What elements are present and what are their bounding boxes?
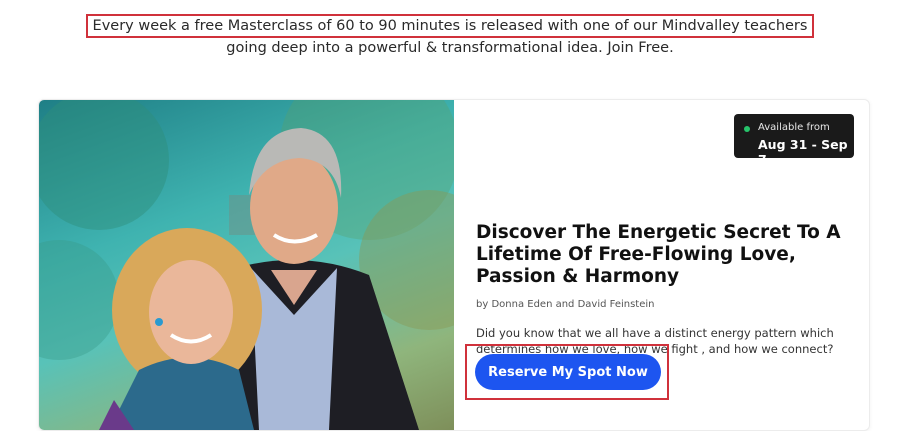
instructors-photo [39, 100, 454, 430]
instructors-illustration [39, 100, 454, 430]
intro-line-2: going deep into a powerful & transformat… [226, 40, 674, 56]
availability-label: Available from [758, 122, 830, 133]
cta-highlight: Reserve My Spot Now [465, 344, 669, 400]
masterclass-card: Available from Aug 31 - Sep 7 Discover T… [38, 99, 870, 431]
reserve-spot-button[interactable]: Reserve My Spot Now [475, 354, 661, 390]
intro-text: Every week a free Masterclass of 60 to 9… [0, 14, 900, 59]
availability-badge: Available from Aug 31 - Sep 7 [734, 114, 854, 167]
availability-dot [744, 126, 750, 132]
course-title: Discover The Energetic Secret To A Lifet… [476, 222, 841, 287]
course-byline: by Donna Eden and David Feinstein [476, 299, 655, 310]
intro-line-highlighted: Every week a free Masterclass of 60 to 9… [85, 14, 815, 38]
course-info: Discover The Energetic Secret To A Lifet… [476, 222, 856, 357]
availability-dates: Aug 31 - Sep 7 [758, 137, 848, 167]
